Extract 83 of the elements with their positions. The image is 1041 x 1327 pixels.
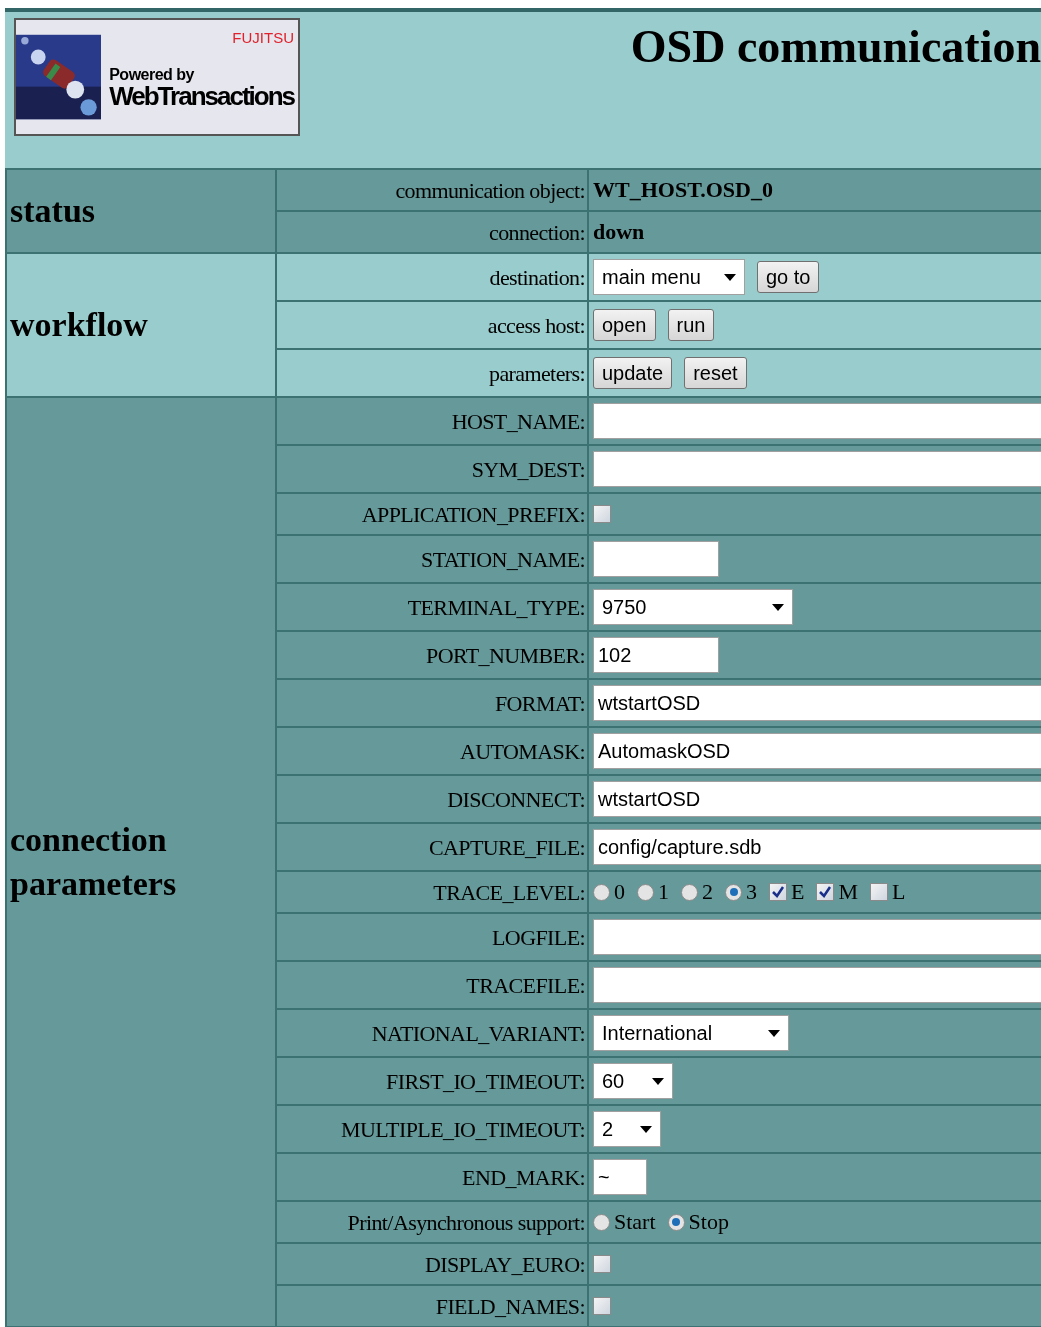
input-field[interactable] — [593, 967, 1041, 1003]
field-label: SYM_DEST: — [471, 456, 585, 482]
field-label: Print/Asynchronous support: — [347, 1209, 585, 1235]
field-label: NATIONAL_VARIANT: — [371, 1020, 585, 1046]
dropdown[interactable]: main menu — [593, 259, 745, 295]
field-label: LOGFILE: — [492, 924, 585, 950]
dropdown[interactable]: 9750 — [593, 589, 793, 625]
page-title: OSD communication — [630, 24, 1041, 70]
option-label: L — [892, 881, 906, 903]
caret-icon — [768, 1029, 780, 1037]
input-field[interactable]: wtstartOSD — [593, 685, 1041, 721]
field-label: TERMINAL_TYPE: — [407, 594, 585, 620]
section-heading: connection parameters — [10, 819, 178, 904]
field-label: CAPTURE_FILE: — [429, 834, 585, 860]
caret-icon — [772, 603, 784, 611]
field-label: connection: — [488, 219, 585, 245]
status-value: down — [593, 221, 645, 243]
caret-icon — [724, 273, 736, 281]
radio-button[interactable] — [681, 883, 698, 901]
input-field[interactable]: 102 — [593, 637, 719, 673]
field-label: communication object: — [395, 177, 585, 203]
action-button[interactable]: open — [593, 309, 656, 341]
option-label: M — [838, 881, 858, 903]
input-field[interactable] — [593, 403, 1041, 439]
input-field[interactable]: ~ — [593, 1159, 647, 1195]
field-label: FIELD_NAMES: — [435, 1293, 585, 1319]
checkbox[interactable] — [593, 505, 611, 523]
field-label: MULTIPLE_IO_TIMEOUT: — [341, 1116, 585, 1142]
action-button[interactable]: reset — [684, 357, 747, 389]
option-label: 0 — [614, 881, 625, 903]
radio-button[interactable] — [593, 883, 610, 901]
action-button[interactable]: update — [593, 357, 673, 389]
logo-tagline: Powered by — [109, 67, 195, 83]
option-label: Stop — [688, 1211, 729, 1233]
caret-icon — [640, 1125, 652, 1133]
field-label: HOST_NAME: — [451, 408, 585, 434]
field-label: DISCONNECT: — [447, 786, 585, 812]
checkbox[interactable] — [816, 883, 835, 901]
caret-icon — [652, 1077, 664, 1085]
field-label: access host: — [487, 312, 585, 338]
radio-button[interactable] — [725, 883, 742, 901]
field-label: PORT_NUMBER: — [426, 642, 585, 668]
field-label: APPLICATION_PREFIX: — [361, 501, 585, 527]
option-label: 1 — [658, 881, 669, 903]
dropdown[interactable]: International — [593, 1015, 789, 1051]
field-label: END_MARK: — [462, 1164, 585, 1190]
checkmark-icon — [818, 885, 833, 899]
checkbox[interactable] — [769, 883, 787, 901]
field-label: AUTOMASK: — [460, 738, 585, 764]
field-label: TRACE_LEVEL: — [433, 879, 585, 905]
field-label: STATION_NAME: — [421, 546, 585, 572]
action-button[interactable]: run — [667, 309, 715, 341]
checkbox[interactable] — [593, 1297, 611, 1315]
radio-button[interactable] — [637, 883, 654, 901]
option-label: 3 — [746, 881, 757, 903]
option-label: Start — [614, 1211, 656, 1233]
checkbox[interactable] — [870, 883, 888, 901]
input-field[interactable] — [593, 919, 1041, 955]
action-button[interactable]: go to — [757, 261, 820, 293]
checkbox[interactable] — [593, 1255, 611, 1273]
product-name: WebTransactions — [109, 83, 294, 109]
checkmark-icon — [771, 885, 785, 899]
option-label: E — [791, 881, 805, 903]
dropdown[interactable]: 2 — [593, 1111, 661, 1147]
brand-name: FUJITSU — [232, 30, 294, 45]
field-label: destination: — [489, 264, 585, 290]
radio-button[interactable] — [667, 1213, 685, 1231]
field-label: TRACEFILE: — [466, 972, 585, 998]
option-label: 2 — [702, 881, 713, 903]
section-heading: workflow — [10, 304, 149, 345]
field-label: FORMAT: — [494, 690, 585, 716]
field-label: parameters: — [489, 360, 585, 386]
input-field[interactable]: AutomaskOSD — [593, 733, 1041, 769]
status-value: WT_HOST.OSD_0 — [593, 179, 773, 201]
input-field[interactable]: wtstartOSD — [593, 781, 1041, 817]
section-heading: status — [10, 190, 97, 231]
input-field[interactable] — [593, 541, 719, 577]
input-field[interactable]: config/capture.sdb — [593, 829, 1041, 865]
dropdown[interactable]: 60 — [593, 1063, 673, 1099]
input-field[interactable] — [593, 451, 1041, 487]
radio-button[interactable] — [593, 1213, 610, 1231]
field-label: DISPLAY_EURO: — [424, 1251, 585, 1277]
field-label: FIRST_IO_TIMEOUT: — [386, 1068, 585, 1094]
